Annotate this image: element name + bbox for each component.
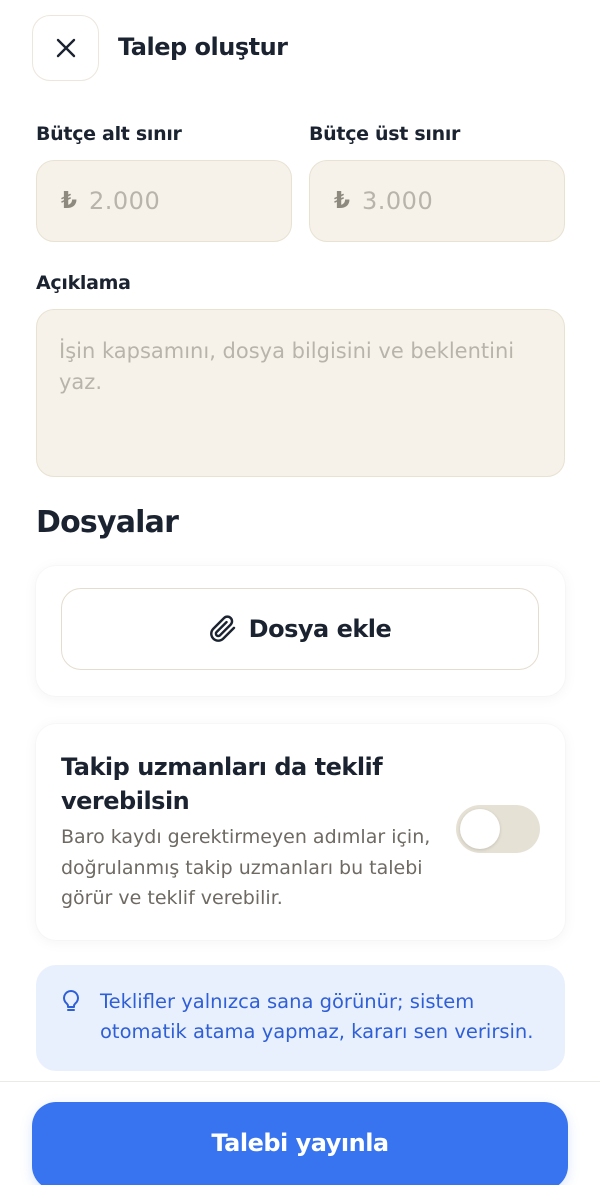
add-file-label: Dosya ekle [248, 615, 392, 643]
add-file-button[interactable]: Dosya ekle [61, 588, 539, 670]
files-card: Dosya ekle [36, 566, 565, 696]
files-section-title: Dosyalar [36, 505, 179, 540]
follow-up-title: Takip uzmanları da teklif verebilsin [61, 753, 383, 815]
info-box: Teklifler yalnızca sana görünür; sistem … [36, 965, 565, 1071]
close-icon [56, 38, 75, 58]
budget-max-placeholder: 3.000 [362, 187, 434, 215]
lightbulb-icon [63, 990, 79, 1011]
header: Talep oluştur [0, 0, 600, 96]
follow-up-toggle[interactable] [456, 805, 540, 853]
lira-icon: ₺ [61, 188, 78, 214]
footer-divider [0, 1081, 600, 1082]
paperclip-icon [209, 615, 235, 642]
info-text: Teklifler yalnızca sana görünür; sistem … [100, 990, 534, 1043]
description-placeholder: İşin kapsamını, dosya bilgisini ve bekle… [59, 339, 515, 394]
budget-min-input[interactable]: ₺ 2.000 [36, 160, 292, 242]
lira-icon: ₺ [334, 188, 351, 214]
follow-up-card: Takip uzmanları da teklif verebilsin Bar… [36, 724, 565, 940]
description-textarea[interactable]: İşin kapsamını, dosya bilgisini ve bekle… [36, 309, 565, 477]
close-button[interactable] [32, 15, 99, 81]
budget-max-label: Bütçe üst sınır [309, 123, 461, 145]
publish-button[interactable]: Talebi yayınla [32, 1102, 568, 1185]
budget-min-label: Bütçe alt sınır [36, 123, 182, 145]
budget-min-placeholder: 2.000 [89, 187, 161, 215]
toggle-knob [460, 809, 500, 849]
budget-max-input[interactable]: ₺ 3.000 [309, 160, 565, 242]
follow-up-description: Baro kaydı gerektirmeyen adımlar için, d… [61, 826, 431, 909]
publish-button-label: Talebi yayınla [211, 1129, 389, 1157]
page-title: Talep oluştur [118, 33, 288, 61]
description-label: Açıklama [36, 272, 131, 294]
